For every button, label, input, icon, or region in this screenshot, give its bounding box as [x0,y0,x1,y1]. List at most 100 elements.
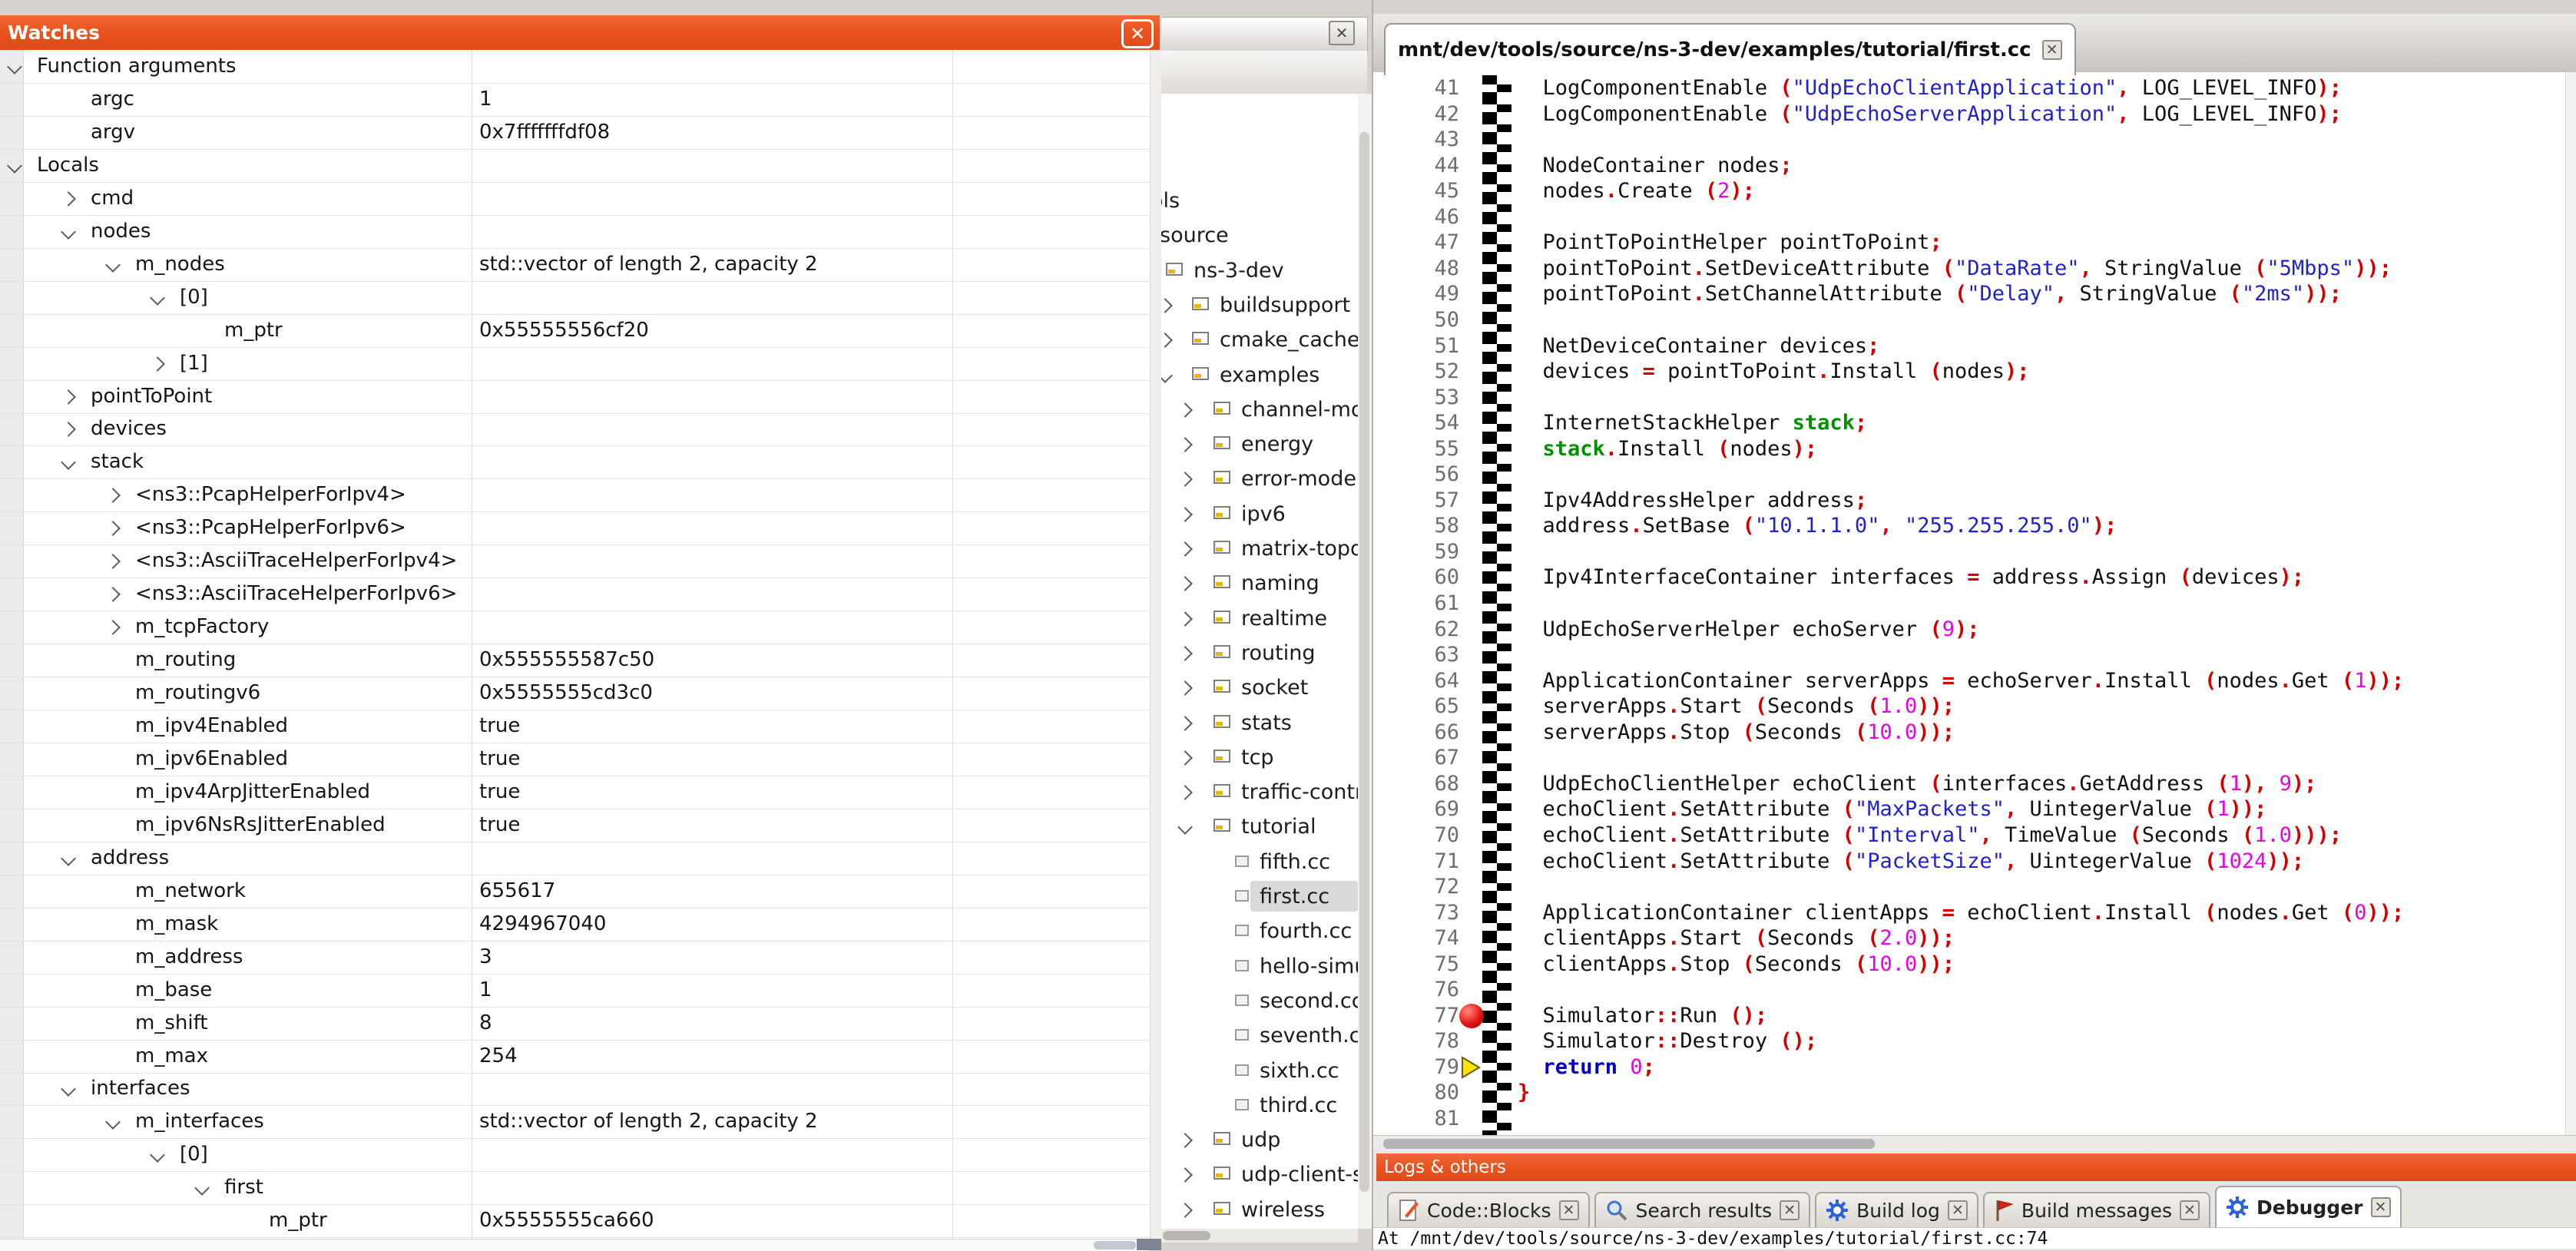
watch-row[interactable]: m_ipv4ArpJitterEnabledtrue [0,776,1150,809]
close-icon[interactable]: ✕ [1329,21,1355,45]
chevron-down-icon[interactable] [61,1082,76,1097]
watch-row[interactable]: argc1 [0,83,1150,117]
watches-vertical-scrollbar[interactable] [1150,50,1162,1239]
editor-tab-first-cc[interactable]: mnt/dev/tools/source/ns-3-dev/examples/t… [1384,23,2076,75]
tree-item-examples[interactable]: examples [1161,359,1358,393]
tree-item-error-model[interactable]: error-model [1161,462,1358,497]
watch-row[interactable]: m_routingv60x5555555cd3c0 [0,677,1150,710]
watch-row[interactable]: [0] [0,1138,1150,1172]
code-line-78[interactable]: 78 Simulator::Destroy (); [1373,1028,2576,1054]
watch-row[interactable]: m_ptr0x5555555ca660 [0,1204,1150,1238]
tree-item-traffic-contro[interactable]: traffic-contro [1161,776,1358,810]
tree-item-realtime[interactable]: realtime [1161,602,1358,637]
watch-row[interactable]: [0] [0,281,1150,315]
code-line-58[interactable]: 58 address.SetBase ("10.1.1.0", "255.255… [1373,513,2576,539]
watch-row[interactable]: pointToPoint [0,380,1150,414]
code-line-73[interactable]: 73 ApplicationContainer clientApps = ech… [1373,900,2576,926]
logs-tab-code-blocks[interactable]: Code::Blocks✕ [1387,1192,1590,1227]
chevron-right-icon[interactable] [1177,437,1193,452]
chevron-right-icon[interactable] [105,587,121,602]
code-line-60[interactable]: 60 Ipv4InterfaceContainer interfaces = a… [1373,564,2576,591]
scrollbar-thumb[interactable] [1094,1241,1136,1249]
code-line-57[interactable]: 57 Ipv4AddressHelper address; [1373,488,2576,514]
tree-item-stats[interactable]: stats [1161,707,1358,741]
close-icon[interactable]: ✕ [2180,1200,2200,1220]
code-line-41[interactable]: 41 LogComponentEnable ("UdpEchoClientApp… [1373,75,2576,101]
watch-row[interactable]: m_shift8 [0,1007,1150,1041]
code-line-49[interactable]: 49 pointToPoint.SetChannelAttribute ("De… [1373,281,2576,307]
code-line-46[interactable]: 46 [1373,204,2576,230]
watch-row[interactable]: address [0,842,1150,875]
chevron-right-icon[interactable] [1161,298,1173,313]
watch-row[interactable]: m_nodesstd::vector of length 2, capacity… [0,248,1150,282]
chevron-right-icon[interactable] [1177,1203,1193,1218]
watch-row[interactable]: [1] [0,347,1150,381]
watch-row[interactable]: cmd [0,182,1150,216]
chevron-right-icon[interactable] [1177,785,1193,800]
code-line-56[interactable]: 56 [1373,462,2576,488]
chevron-down-icon[interactable] [1177,819,1193,835]
watch-row[interactable]: m_ipv4Enabledtrue [0,710,1150,743]
resize-grip[interactable] [1137,1239,1161,1250]
tree-item-wireless[interactable]: wireless [1161,1193,1358,1228]
tree-item-udp[interactable]: udp [1161,1124,1358,1158]
close-icon[interactable]: ✕ [2371,1197,2391,1217]
projects-vertical-scrollbar[interactable] [1358,94,1372,1229]
watch-row[interactable]: m_ipv6NsRsJitterEnabledtrue [0,809,1150,842]
tree-item-cmake-cache[interactable]: cmake_cache [1161,323,1358,358]
watch-row[interactable]: m_interfacesstd::vector of length 2, cap… [0,1105,1150,1139]
code-line-67[interactable]: 67 [1373,745,2576,771]
watch-row[interactable]: m_ipv6Enabledtrue [0,743,1150,776]
chevron-right-icon[interactable] [1177,576,1193,591]
chevron-right-icon[interactable] [1177,1167,1193,1183]
chevron-right-icon[interactable] [61,389,76,405]
chevron-right-icon[interactable] [105,521,121,536]
code-line-47[interactable]: 47 PointToPointHelper pointToPoint; [1373,230,2576,256]
tree-item-socket[interactable]: socket [1161,671,1358,706]
chevron-right-icon[interactable] [1161,333,1173,348]
code-line-63[interactable]: 63 [1373,642,2576,668]
logs-titlebar[interactable]: Logs & others [1376,1153,2576,1181]
code-line-66[interactable]: 66 serverApps.Stop (Seconds (10.0)); [1373,720,2576,746]
tree-item-naming[interactable]: naming [1161,567,1358,601]
code-line-76[interactable]: 76 [1373,977,2576,1003]
chevron-down-icon[interactable] [105,257,121,273]
watch-row[interactable]: <ns3::AsciiTraceHelperForIpv6> [0,578,1150,611]
chevron-down-icon[interactable] [150,1147,165,1163]
chevron-right-icon[interactable] [1177,507,1193,522]
projects-panel-header[interactable]: ✕ [1161,17,1368,52]
logs-tab-build-messages[interactable]: Build messages✕ [1983,1192,2210,1227]
tree-item-ipv6[interactable]: ipv6 [1161,498,1358,532]
tree-item-matrix-topolo[interactable]: matrix-topolo [1161,532,1358,567]
chevron-right-icon[interactable] [1177,680,1193,696]
chevron-right-icon[interactable] [1177,750,1193,766]
chevron-down-icon[interactable] [61,455,76,470]
logs-tab-search-results[interactable]: Search results✕ [1594,1192,1811,1227]
close-icon[interactable]: ✕ [1121,19,1154,48]
code-area[interactable]: 41 LogComponentEnable ("UdpEchoClientApp… [1373,72,2576,1135]
chevron-down-icon[interactable] [105,1114,121,1130]
watches-horizontal-scrollbar[interactable] [0,1239,1150,1251]
code-line-45[interactable]: 45 nodes.Create (2); [1373,178,2576,204]
code-line-80[interactable]: 80} [1373,1080,2576,1106]
chevron-down-icon[interactable] [61,851,76,866]
code-line-53[interactable]: 53 [1373,385,2576,411]
code-line-72[interactable]: 72 [1373,874,2576,900]
close-icon[interactable]: ✕ [2042,40,2062,60]
tree-item-first-cc[interactable]: first.cc [1161,880,1358,915]
code-line-64[interactable]: 64 ApplicationContainer serverApps = ech… [1373,668,2576,694]
breakpoint-icon[interactable] [1459,1004,1484,1028]
chevron-right-icon[interactable] [1177,402,1193,418]
tree-item-tcp[interactable]: tcp [1161,741,1358,776]
tree-item-second-cc[interactable]: second.cc [1161,985,1358,1019]
watch-row[interactable]: <ns3::PcapHelperForIpv6> [0,511,1150,545]
chevron-right-icon[interactable] [105,554,121,569]
watch-row[interactable]: m_address3 [0,941,1150,975]
close-icon[interactable]: ✕ [1948,1200,1968,1220]
code-line-61[interactable]: 61 [1373,591,2576,617]
code-line-81[interactable]: 81 [1373,1106,2576,1132]
chevron-down-icon[interactable] [150,290,165,306]
close-icon[interactable]: ✕ [1559,1200,1579,1220]
code-line-50[interactable]: 50 [1373,307,2576,333]
close-icon[interactable]: ✕ [1780,1200,1800,1220]
